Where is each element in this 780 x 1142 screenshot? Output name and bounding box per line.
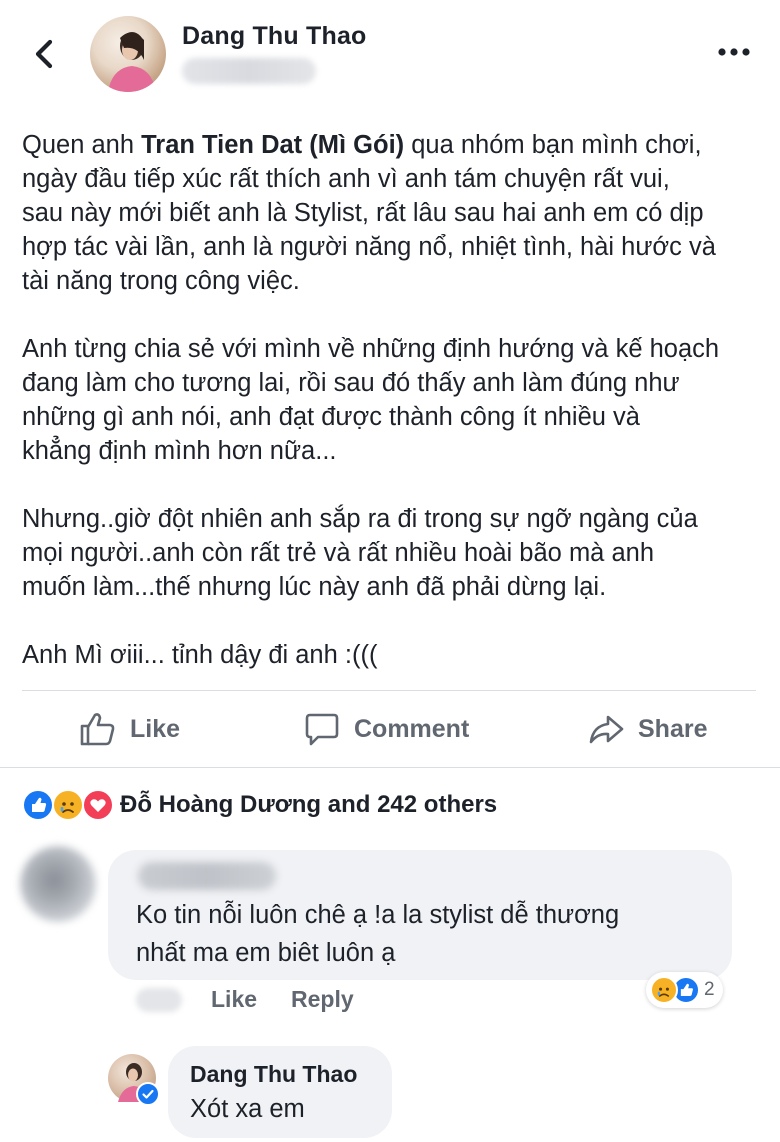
like-label: Like — [130, 714, 181, 743]
share-button[interactable]: Share — [588, 709, 707, 749]
more-options-button[interactable] — [716, 40, 752, 64]
post-paragraph-1: Quen anh Tran Tien Dat (Mì Gói) qua nhóm… — [22, 131, 716, 295]
love-icon — [82, 789, 114, 821]
comment-reaction-count: 2 — [704, 979, 715, 1000]
like-button[interactable]: Like — [78, 709, 180, 749]
sad-icon — [52, 789, 84, 821]
commenter-avatar-blurred[interactable] — [20, 846, 96, 922]
sad-icon — [650, 976, 678, 1004]
chevron-left-icon — [35, 39, 53, 69]
comment-timestamp-blurred — [136, 988, 182, 1012]
tagged-person[interactable]: Tran Tien Dat (Mì Gói) — [141, 131, 404, 159]
post-paragraph-4: Anh Mì ơiii... tỉnh dậy đi anh :((( — [22, 641, 378, 669]
comment-reply-button[interactable]: Reply — [291, 986, 354, 1013]
author-name[interactable]: Dang Thu Thao — [182, 22, 367, 51]
comment-button[interactable]: Comment — [304, 709, 469, 749]
post-timestamp-blurred — [182, 58, 316, 84]
share-arrow-icon — [589, 715, 624, 744]
reply-text: Xót xa em — [190, 1095, 305, 1123]
avatar-photo — [108, 32, 156, 92]
comment-text: Ko tin nỗi luôn chê ạ !a la stylist dễ t… — [136, 901, 620, 967]
post-text: Quen anh Tran Tien Dat (Mì Gói) qua nhóm… — [22, 128, 762, 672]
post-paragraph-3: Nhưng..giờ đột nhiên anh sắp ra đi trong… — [22, 505, 698, 601]
speech-bubble-icon — [305, 713, 339, 746]
comment-reactions[interactable]: 2 — [646, 972, 723, 1008]
comment-label: Comment — [354, 714, 470, 743]
post-header: Dang Thu Thao — [0, 0, 780, 110]
back-button[interactable] — [28, 34, 64, 74]
reaction-icons — [22, 789, 116, 821]
post-paragraph-2: Anh từng chia sẻ với mình về những định … — [22, 335, 720, 465]
more-horizontal-icon — [718, 48, 750, 56]
divider — [0, 767, 780, 768]
like-icon — [22, 789, 54, 821]
reply-bubble — [168, 1046, 392, 1138]
verified-badge-icon — [136, 1082, 160, 1106]
author-avatar[interactable] — [90, 16, 166, 92]
reactions-summary-text: Đỗ Hoàng Dương and 242 others — [120, 791, 498, 818]
thumbs-up-icon — [80, 713, 115, 746]
commenter-name-blurred[interactable] — [138, 862, 276, 890]
share-label: Share — [638, 714, 708, 743]
reply-author-name[interactable]: Dang Thu Thao — [190, 1061, 357, 1088]
post-action-bar: Like Comment Share — [0, 691, 780, 767]
reactions-summary[interactable]: Đỗ Hoàng Dương and 242 others — [22, 788, 497, 822]
comment-like-button[interactable]: Like — [211, 986, 257, 1013]
